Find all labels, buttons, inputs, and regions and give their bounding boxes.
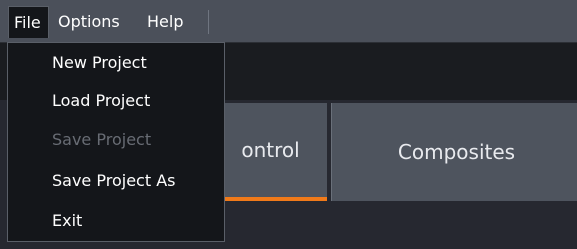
menu-options[interactable]: Options	[53, 6, 125, 37]
tab-composites[interactable]: Composites	[331, 103, 577, 201]
tab-composites-label: Composites	[397, 140, 516, 164]
menu-item-save-project-as[interactable]: Save Project As	[8, 163, 224, 199]
menu-file[interactable]: File	[8, 6, 49, 38]
menu-separator	[208, 10, 209, 34]
menu-item-load-project[interactable]: Load Project	[8, 83, 224, 119]
file-menu-dropdown: New Project Load Project Save Project Sa…	[7, 42, 225, 242]
menu-item-new-project[interactable]: New Project	[8, 45, 224, 81]
tab-control-label: ontrol	[241, 138, 300, 162]
tab-control[interactable]: ontrol	[214, 103, 327, 201]
menu-item-exit[interactable]: Exit	[8, 203, 224, 239]
menu-item-save-project: Save Project	[52, 130, 152, 149]
menu-bar: File Options Help	[0, 0, 577, 43]
menu-help[interactable]: Help	[142, 6, 188, 37]
